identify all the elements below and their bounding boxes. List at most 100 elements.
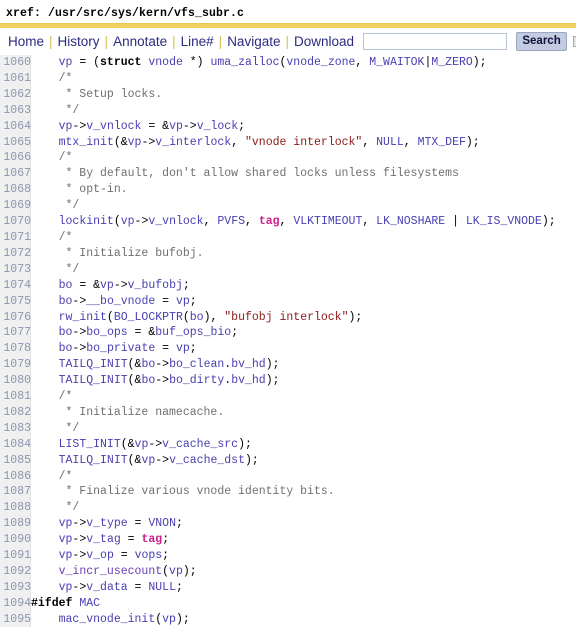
line-number[interactable]: 1069	[0, 198, 31, 214]
code-symbol[interactable]: M_ZERO	[431, 56, 472, 69]
menu-item-home[interactable]: Home	[7, 34, 45, 49]
line-number[interactable]: 1071	[0, 230, 31, 246]
code-symbol[interactable]: lockinit	[59, 215, 114, 228]
line-number[interactable]: 1090	[0, 532, 31, 548]
code-symbol[interactable]: vp	[121, 215, 135, 228]
line-number[interactable]: 1078	[0, 341, 31, 357]
code-symbol[interactable]: vp	[59, 549, 73, 562]
line-number[interactable]: 1092	[0, 564, 31, 580]
code-symbol[interactable]: NULL	[148, 581, 176, 594]
code-symbol[interactable]: MTX_DEF	[418, 136, 466, 149]
code-symbol[interactable]: TAILQ_INIT	[59, 454, 128, 467]
source-code[interactable]: 1060 vp = (struct vnode *) uma_zalloc(vn…	[0, 55, 576, 627]
menu-item-annotate[interactable]: Annotate	[112, 34, 168, 49]
line-number[interactable]: 1083	[0, 421, 31, 437]
line-number[interactable]: 1072	[0, 246, 31, 262]
code-symbol[interactable]: v_cache_dst	[169, 454, 245, 467]
code-symbol[interactable]: v_type	[86, 517, 127, 530]
line-number[interactable]: 1085	[0, 453, 31, 469]
code-symbol[interactable]: NULL	[376, 136, 404, 149]
code-symbol[interactable]: tag	[141, 533, 162, 546]
menu-item-navigate[interactable]: Navigate	[226, 34, 281, 49]
search-button[interactable]: Search	[516, 32, 568, 51]
code-symbol[interactable]: mac_vnode_init	[59, 613, 156, 626]
code-symbol[interactable]: VNON	[148, 517, 176, 530]
code-symbol[interactable]: PVFS	[217, 215, 245, 228]
code-symbol[interactable]: BO_LOCKPTR	[114, 311, 183, 324]
code-symbol[interactable]: vp	[176, 295, 190, 308]
code-symbol[interactable]: vnode_zone	[286, 56, 355, 69]
code-symbol[interactable]: vp	[59, 120, 73, 133]
code-symbol[interactable]: rw_init	[59, 311, 107, 324]
code-symbol[interactable]: bo_ops	[86, 326, 127, 339]
line-number[interactable]: 1067	[0, 166, 31, 182]
line-number[interactable]: 1066	[0, 150, 31, 166]
line-number[interactable]: 1093	[0, 580, 31, 596]
code-symbol[interactable]: bo_private	[86, 342, 155, 355]
code-symbol[interactable]: v_cache_src	[162, 438, 238, 451]
line-number[interactable]: 1086	[0, 469, 31, 485]
code-symbol[interactable]: v_op	[86, 549, 114, 562]
code-symbol[interactable]: vp	[169, 120, 183, 133]
line-number[interactable]: 1070	[0, 214, 31, 230]
line-number[interactable]: 1095	[0, 612, 31, 627]
line-number[interactable]: 1077	[0, 325, 31, 341]
code-symbol[interactable]: TAILQ_INIT	[59, 358, 128, 371]
code-symbol[interactable]: vp	[59, 517, 73, 530]
code-symbol[interactable]: LK_IS_VNODE	[466, 215, 542, 228]
code-symbol[interactable]: vp	[135, 438, 149, 451]
code-symbol[interactable]: vops	[135, 549, 163, 562]
line-number[interactable]: 1060	[0, 55, 31, 71]
line-number[interactable]: 1080	[0, 373, 31, 389]
code-symbol[interactable]: mtx_init	[59, 136, 114, 149]
code-symbol[interactable]: VLKTIMEOUT	[293, 215, 362, 228]
code-symbol[interactable]: vp	[128, 136, 142, 149]
code-symbol[interactable]: v_vnlock	[86, 120, 141, 133]
code-symbol[interactable]: vp	[100, 279, 114, 292]
code-symbol[interactable]: v_tag	[86, 533, 121, 546]
code-symbol[interactable]: bv_hd	[231, 374, 266, 387]
code-symbol[interactable]: v_vnlock	[148, 215, 203, 228]
code-symbol[interactable]: M_WAITOK	[369, 56, 424, 69]
line-number[interactable]: 1062	[0, 87, 31, 103]
line-number[interactable]: 1074	[0, 278, 31, 294]
line-number[interactable]: 1084	[0, 437, 31, 453]
code-symbol[interactable]: bo	[59, 342, 73, 355]
code-symbol[interactable]: v_data	[86, 581, 127, 594]
code-symbol[interactable]: TAILQ_INIT	[59, 374, 128, 387]
code-symbol[interactable]: bo	[190, 311, 204, 324]
line-number[interactable]: 1081	[0, 389, 31, 405]
code-symbol[interactable]: uma_zalloc	[210, 56, 279, 69]
menu-item-line-number[interactable]: Line#	[180, 34, 215, 49]
code-symbol[interactable]: MAC	[79, 597, 100, 610]
line-number[interactable]: 1065	[0, 135, 31, 151]
code-symbol[interactable]: vp	[59, 533, 73, 546]
line-number[interactable]: 1094	[0, 596, 31, 612]
line-number[interactable]: 1076	[0, 310, 31, 326]
code-symbol[interactable]: buf_ops_bio	[155, 326, 231, 339]
code-symbol[interactable]: LK_NOSHARE	[376, 215, 445, 228]
code-symbol[interactable]: vp	[162, 613, 176, 626]
code-symbol[interactable]: bo_dirty	[169, 374, 224, 387]
menu-item-history[interactable]: History	[57, 34, 101, 49]
code-symbol[interactable]: vp	[169, 565, 183, 578]
code-symbol[interactable]: bo	[59, 295, 73, 308]
line-number[interactable]: 1064	[0, 119, 31, 135]
line-number[interactable]: 1075	[0, 294, 31, 310]
code-symbol[interactable]: v_lock	[197, 120, 238, 133]
line-number[interactable]: 1088	[0, 500, 31, 516]
line-number[interactable]: 1061	[0, 71, 31, 87]
code-symbol[interactable]: bv_hd	[231, 358, 266, 371]
line-number[interactable]: 1091	[0, 548, 31, 564]
line-number[interactable]: 1073	[0, 262, 31, 278]
code-symbol[interactable]: v_bufobj	[128, 279, 183, 292]
code-symbol[interactable]: bo	[141, 374, 155, 387]
code-symbol[interactable]: vnode	[148, 56, 183, 69]
code-symbol[interactable]: bo	[141, 358, 155, 371]
code-symbol[interactable]: vp	[59, 56, 73, 69]
code-symbol[interactable]: LIST_INIT	[59, 438, 121, 451]
code-symbol[interactable]: bo	[59, 279, 73, 292]
code-symbol[interactable]: tag	[259, 215, 280, 228]
code-symbol[interactable]: vp	[59, 581, 73, 594]
line-number[interactable]: 1068	[0, 182, 31, 198]
